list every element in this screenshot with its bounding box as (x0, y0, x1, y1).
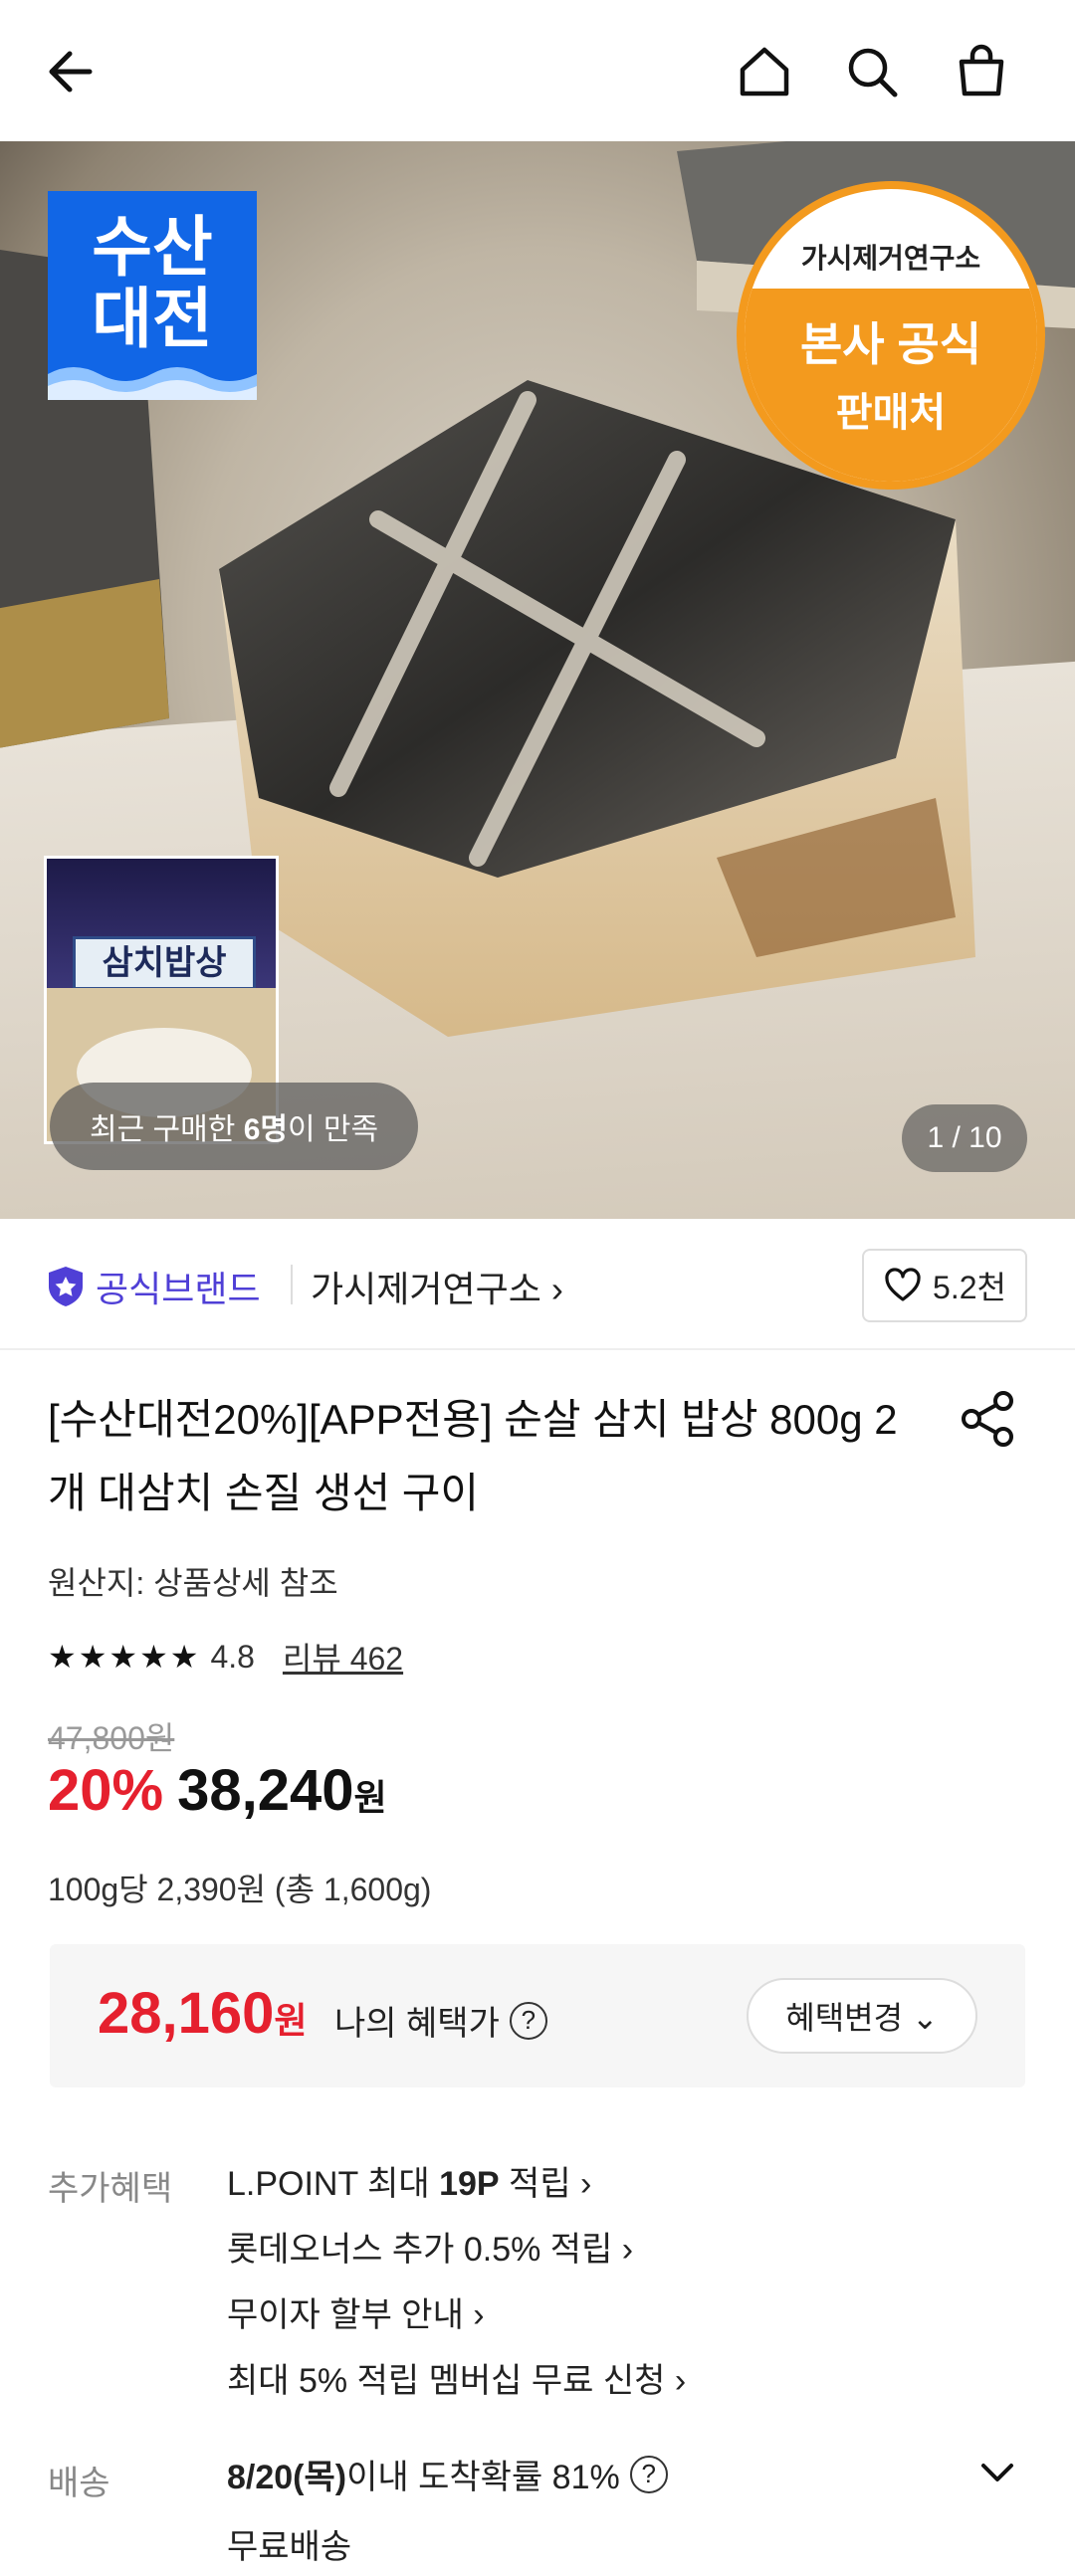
extra-benefits-label: 추가혜택 (48, 2170, 173, 2208)
search-icon[interactable] (836, 36, 908, 107)
my-benefit-box: 28,160원 나의 혜택가 ? 혜택변경 ⌄ (50, 1944, 1025, 2087)
benefit-label: 나의 혜택가 ? (334, 1996, 547, 2045)
like-button[interactable]: 5.2천 (862, 1249, 1027, 1322)
shipping-label: 배송 (48, 2465, 110, 2502)
susan-badge-line2: 대전 (92, 282, 213, 355)
origin-info: 원산지: 상품상세 참조 (48, 1565, 338, 1601)
recent-prefix: 최근 구매한 (90, 1113, 236, 1146)
help-icon[interactable]: ? (509, 2001, 547, 2040)
rating-stars: ★★★★★ (48, 1639, 201, 1675)
star-shield-icon (49, 1267, 83, 1306)
home-icon[interactable] (729, 36, 800, 107)
susan-badge-line1: 수산 (92, 210, 213, 284)
brand-row: 공식브랜드 가시제거연구소 › 5.2천 (0, 1219, 1075, 1350)
sale-price-unit: 원 (353, 1777, 387, 1818)
extra-benefit-lpoint[interactable]: L.POINT 최대 19P 적립 › (227, 2151, 686, 2217)
susan-festival-badge: 수산 대전 (48, 191, 257, 400)
shipping-probability: 이내 도착확률 81% (346, 2459, 620, 2496)
official-badge-line2: 판매처 (835, 391, 947, 435)
benefit-price: 28,160원 (98, 1980, 308, 2047)
review-link[interactable]: 리뷰 462 (283, 1634, 403, 1680)
free-shipping: 무료배송 (227, 2528, 352, 2566)
brand-store-link[interactable]: 가시제거연구소 › (311, 1261, 563, 1312)
discount-rate: 20% (48, 1758, 164, 1823)
lpoint-prefix: L.POINT 최대 (227, 2165, 440, 2203)
benefit-price-unit: 원 (274, 2000, 308, 2041)
waves-icon (48, 367, 257, 400)
benefit-price-value: 28,160 (98, 1981, 275, 2046)
official-badge-brand: 가시제거연구소 (800, 243, 981, 274)
extra-benefit-membership[interactable]: 최대 5% 적립 멤버십 무료 신청 › (227, 2348, 686, 2414)
extra-benefit-installment[interactable]: 무이자 할부 안내 › (227, 2282, 686, 2348)
lpoint-suffix: 적립 › (499, 2165, 592, 2203)
recent-suffix: 이 만족 (287, 1113, 379, 1146)
image-counter: 1 / 10 (902, 1104, 1027, 1172)
product-hero-image[interactable]: 수산 대전 가시제거연구소 본사 공식 판매처 삼치밥상 최근 구매한 6명 이 … (0, 141, 1075, 1219)
product-title: [수산대전20%][APP전용] 순살 삼치 밥상 800g 2개 대삼치 손질… (48, 1396, 898, 1516)
rating-value: 4.8 (210, 1638, 255, 1675)
lpoint-points: 19P (439, 2165, 500, 2203)
cart-icon[interactable] (946, 36, 1017, 107)
extra-benefit-owners[interactable]: 롯데오너스 추가 0.5% 적립 › (227, 2217, 686, 2282)
top-bar (0, 0, 1075, 141)
shipping-estimate: 8/20(목) 이내 도착확률 81% ? (227, 2450, 668, 2498)
share-icon[interactable] (956, 1387, 1019, 1451)
back-icon[interactable] (36, 36, 108, 107)
recent-purchase-pill: 최근 구매한 6명 이 만족 (50, 1083, 419, 1170)
rating-row: ★★★★★ 4.8 리뷰 462 (48, 1634, 403, 1680)
price-row: 20% 38,240 원 (48, 1757, 387, 1824)
heart-icon (885, 1268, 921, 1301)
recent-count: 6명 (243, 1113, 288, 1146)
shipping-help-icon[interactable]: ? (629, 2455, 668, 2493)
brand-divider (291, 1265, 293, 1304)
unit-price: 100g당 2,390원 (총 1,600g) (48, 1872, 432, 1907)
official-badge-line1: 본사 공식 (799, 318, 982, 370)
change-benefit-button[interactable]: 혜택변경 ⌄ (747, 1978, 977, 2054)
extra-benefits-list: L.POINT 최대 19P 적립 › 롯데오너스 추가 0.5% 적립 › 무… (227, 2151, 686, 2414)
package-sign: 삼치밥상 (73, 936, 256, 990)
official-brand-label: 공식브랜드 (46, 1261, 261, 1312)
original-price: 47,800원 (48, 1720, 175, 1756)
like-count: 5.2천 (933, 1270, 1006, 1305)
official-seller-badge: 가시제거연구소 본사 공식 판매처 (737, 181, 1045, 490)
chevron-down-icon[interactable] (975, 2450, 1019, 2493)
benefit-label-text: 나의 혜택가 (334, 2005, 500, 2043)
official-badge-label: 본사 공식 판매처 (745, 289, 1037, 482)
sale-price: 38,240 (177, 1758, 354, 1823)
shipping-date: 8/20(목) (227, 2459, 347, 2496)
official-brand-text: 공식브랜드 (96, 1269, 261, 1309)
